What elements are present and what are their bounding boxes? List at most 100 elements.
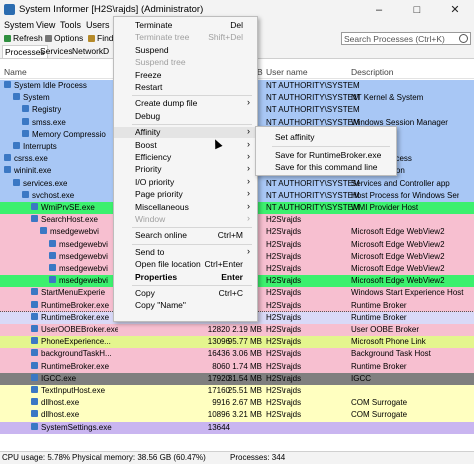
menu-item-properties[interactable]: Properties Enter xyxy=(114,272,257,283)
chevron-right-icon: › xyxy=(247,175,250,186)
find-button[interactable]: Find xyxy=(88,33,114,43)
table-row[interactable]: UserOOBEBroker.exe 12820 2.19 MB H2S\rajds U… xyxy=(0,324,474,337)
refresh-button[interactable]: Refresh xyxy=(4,33,43,43)
process-icon xyxy=(49,239,56,247)
menu-item-priority[interactable]: Priority › xyxy=(114,163,257,175)
save-for-command-line-item[interactable]: Save for this command line xyxy=(275,162,378,172)
menu-system[interactable]: System xyxy=(4,20,34,30)
menu-item-label: Efficiency xyxy=(135,152,172,162)
menu-item-copy-name[interactable]: Copy "Name" xyxy=(114,300,257,311)
menu-item-miscellaneous[interactable]: Miscellaneous › xyxy=(114,201,257,213)
process-pid: 13096 xyxy=(207,337,230,347)
menu-separator xyxy=(132,95,252,97)
menu-item-copy[interactable]: Copy Ctrl+C xyxy=(114,288,257,299)
set-affinity-item[interactable]: Set affinity xyxy=(275,132,315,142)
process-name: backgroundTaskH... xyxy=(41,349,112,359)
process-icon xyxy=(40,227,47,235)
tab-disk[interactable]: D xyxy=(101,45,111,57)
menu-item-affinity[interactable]: Affinity › xyxy=(114,126,257,139)
affinity-submenu: Set affinity Save for RuntimeBroker.exe … xyxy=(255,126,397,176)
process-description: Runtime Broker xyxy=(351,300,407,310)
process-icon xyxy=(31,288,38,296)
menu-item-page-priority[interactable]: Page priority › xyxy=(114,188,257,200)
col-name[interactable]: Name xyxy=(4,67,27,77)
process-icon xyxy=(13,93,20,101)
menu-item-window: Window › xyxy=(114,213,257,225)
find-icon xyxy=(88,34,95,42)
process-description: Runtime Broker xyxy=(351,361,407,371)
menu-item-terminate-tree: Terminate tree Shift+Del xyxy=(114,32,257,43)
menu-item-boost[interactable]: Boost › xyxy=(114,139,257,151)
process-description: IGCC xyxy=(351,373,371,383)
process-description: User OOBE Broker xyxy=(351,325,420,334)
process-icon xyxy=(4,154,11,162)
process-memory: 3.21 MB xyxy=(232,410,262,420)
menu-item-send-to[interactable]: Send to › xyxy=(114,245,257,258)
tab-network[interactable]: Network xyxy=(70,45,105,57)
table-row[interactable]: backgroundTaskH... 16436 3.06 MB H2S\rajds B… xyxy=(0,348,474,361)
menu-item-search-online[interactable]: Search online Ctrl+M xyxy=(114,230,257,241)
process-icon xyxy=(13,178,20,186)
refresh-icon xyxy=(4,34,11,42)
menu-item-debug[interactable]: Debug xyxy=(114,111,257,122)
menu-separator xyxy=(132,227,252,229)
process-user: H2S\rajds xyxy=(266,373,302,383)
menu-item-label: Copy xyxy=(135,288,155,298)
table-row[interactable]: SystemSettings.exe 13644 xyxy=(0,421,474,434)
menu-tools[interactable]: Tools xyxy=(60,20,81,30)
menu-item-suspend[interactable]: Suspend xyxy=(114,45,257,56)
menu-item-label: Send to xyxy=(135,246,165,257)
process-user: H2S\rajds xyxy=(266,349,302,359)
table-row[interactable]: dllhost.exe 10896 3.21 MB H2S\rajds COM Surr… xyxy=(0,409,474,422)
process-name: msedgewebvi xyxy=(50,227,99,237)
options-button[interactable]: Options xyxy=(45,33,83,43)
menu-users[interactable]: Users xyxy=(86,20,110,30)
menu-item-terminate[interactable]: Terminate Del xyxy=(114,20,257,31)
menu-item-suspend-tree: Suspend tree xyxy=(114,57,257,68)
process-pid: 8060 xyxy=(212,361,230,371)
process-user: NT AUTHORITY\SYSTEM xyxy=(266,203,360,212)
process-pid: 9916 xyxy=(212,398,230,408)
process-memory: 3.06 MB xyxy=(232,349,262,359)
table-row[interactable]: IGCC.exe 17920 31.54 MB H2S\rajds IGCC xyxy=(0,372,474,385)
table-row[interactable]: PhoneExperience... 13096 95.77 MB H2S\rajds… xyxy=(0,336,474,349)
menu-item-freeze[interactable]: Freeze xyxy=(114,70,257,81)
menu-item-create-dump-file[interactable]: Create dump file › xyxy=(114,97,257,109)
process-icon xyxy=(31,337,38,345)
save-for-process-item[interactable]: Save for RuntimeBroker.exe xyxy=(275,150,381,160)
minimize-button[interactable]: – xyxy=(360,0,398,20)
chevron-right-icon: › xyxy=(247,188,250,199)
process-icon xyxy=(31,349,38,357)
process-name: csrss.exe xyxy=(14,154,48,164)
search-icon[interactable] xyxy=(459,34,468,43)
process-user: H2S\rajds xyxy=(266,410,302,420)
process-user: H2S\rajds xyxy=(266,398,302,408)
process-name: UserOOBEBroker.exe xyxy=(41,325,118,334)
submenu-separator xyxy=(272,146,390,147)
menu-item-shortcut: Enter xyxy=(221,271,243,282)
table-row[interactable]: TextInputHost.exe 17160 25.51 MB H2S\rajds xyxy=(0,385,474,398)
process-icon xyxy=(31,300,38,308)
maximize-button[interactable]: □ xyxy=(398,0,436,20)
menu-item-shortcut: Shift+Del xyxy=(208,32,243,43)
process-name: wininit.exe xyxy=(14,166,52,176)
process-user: H2S\rajds xyxy=(266,227,302,237)
table-row[interactable]: dllhost.exe 9916 2.67 MB H2S\rajds COM Surro… xyxy=(0,397,474,410)
menu-view[interactable]: View xyxy=(36,20,55,30)
menu-item-efficiency[interactable]: Efficiency › xyxy=(114,151,257,163)
chevron-right-icon: › xyxy=(247,151,250,161)
menu-item-restart[interactable]: Restart xyxy=(114,82,257,93)
col-user[interactable]: User name xyxy=(266,67,308,77)
menu-item-i-o-priority[interactable]: I/O priority › xyxy=(114,175,257,188)
process-user: NT AUTHORITY\SYSTEM xyxy=(266,105,360,115)
table-row[interactable]: RuntimeBroker.exe 8060 1.74 MB H2S\rajds Run… xyxy=(0,360,474,373)
chevron-right-icon: › xyxy=(247,245,250,256)
col-description[interactable]: Description xyxy=(351,67,394,77)
search-input[interactable]: Search Processes (Ctrl+K) xyxy=(341,32,471,45)
menu-item-label: Suspend tree xyxy=(135,57,186,68)
close-button[interactable]: ✕ xyxy=(436,0,474,20)
process-user: NT AUTHORITY\SYSTEM xyxy=(266,178,360,188)
process-name: StartMenuExperie xyxy=(41,288,106,298)
menu-item-open-file-location[interactable]: Open file location Ctrl+Enter xyxy=(114,259,257,270)
process-name: WmiPrvSE.exe xyxy=(41,203,95,212)
